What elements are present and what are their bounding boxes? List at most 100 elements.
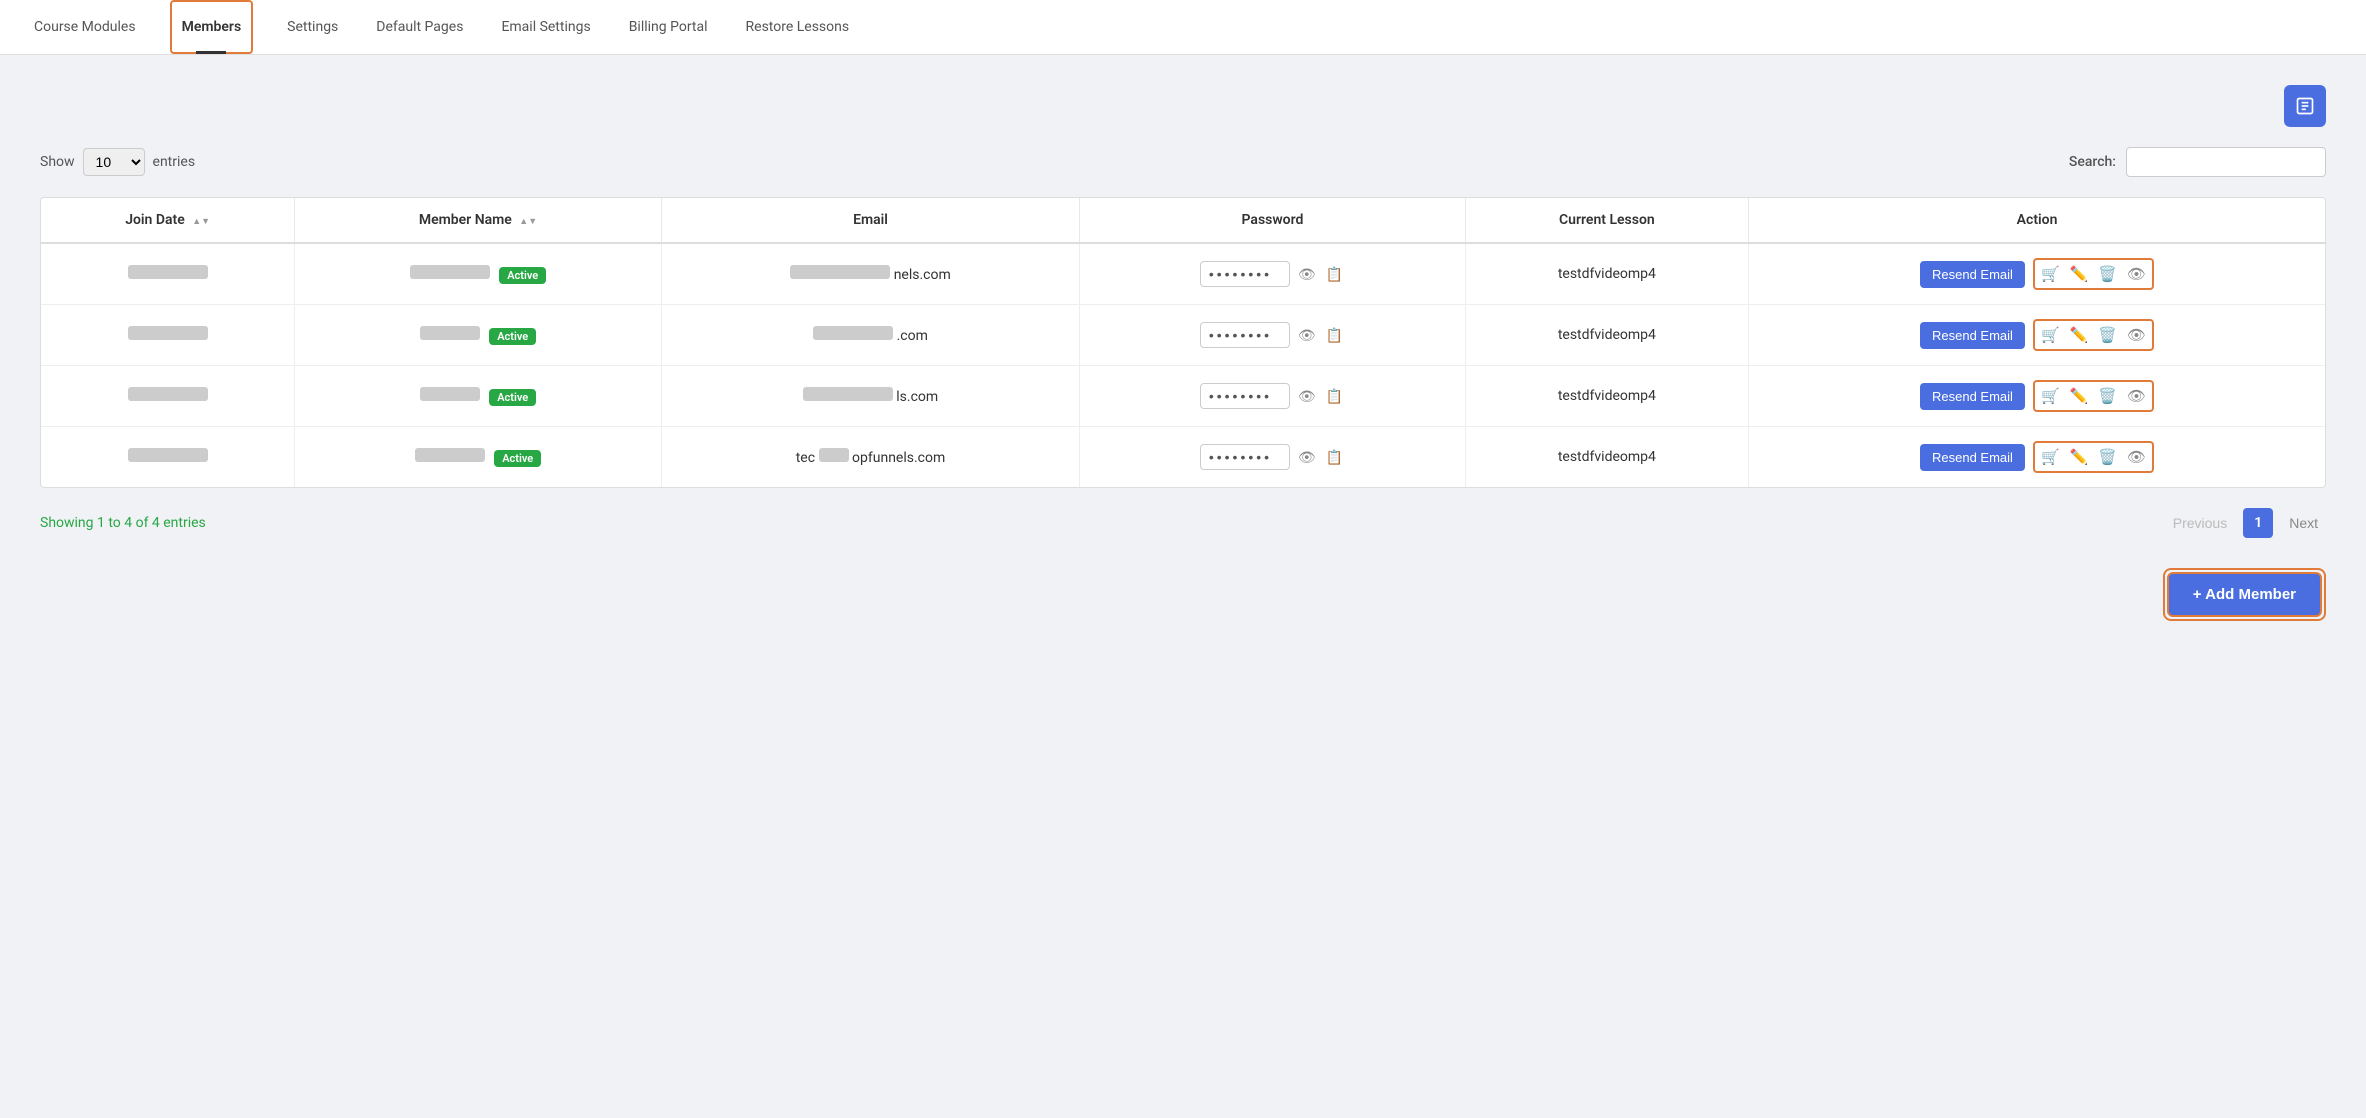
delete-icon-button[interactable]: 🗑️ — [2095, 324, 2120, 346]
show-entries-control: Show 10 25 50 100 entries — [40, 148, 195, 176]
show-password-button[interactable]: 👁 — [1296, 325, 1318, 346]
email-prefix-text: tec — [796, 450, 815, 466]
search-input[interactable] — [2126, 147, 2326, 177]
action-group: Resend Email 🛒 ✏️ 🗑️ 👁 — [1765, 258, 2309, 290]
edit-icon-button[interactable]: ✏️ — [2067, 324, 2092, 346]
entries-select[interactable]: 10 25 50 100 — [83, 148, 145, 176]
nav-restore-lessons[interactable]: Restore Lessons — [742, 0, 854, 54]
nav-billing-portal[interactable]: Billing Portal — [625, 0, 712, 54]
join-date-blurred — [128, 326, 208, 340]
view-icon-button[interactable]: 👁 — [2124, 385, 2149, 407]
email-cell: ls.com — [661, 366, 1080, 427]
action-icons-highlight: 🛒 ✏️ 🗑️ 👁 — [2033, 441, 2154, 473]
email-cell: nels.com — [661, 243, 1080, 305]
delete-icon-button[interactable]: 🗑️ — [2095, 385, 2120, 407]
sort-icon-member-name: ▲▼ — [519, 218, 537, 227]
previous-button[interactable]: Previous — [2165, 511, 2235, 535]
action-icons-highlight: 🛒 ✏️ 🗑️ 👁 — [2033, 380, 2154, 412]
email-blurred — [790, 265, 890, 279]
copy-password-button[interactable]: 📋 — [1324, 447, 1345, 468]
password-field: 👁 📋 — [1096, 383, 1448, 409]
show-password-button[interactable]: 👁 — [1296, 386, 1318, 407]
status-badge: Active — [489, 328, 536, 345]
nav-settings[interactable]: Settings — [283, 0, 342, 54]
current-lesson-cell: testdfvideomp4 — [1465, 305, 1748, 366]
password-cell: 👁 📋 — [1080, 305, 1465, 366]
password-input[interactable] — [1200, 383, 1290, 409]
entries-label: entries — [153, 154, 196, 170]
page-number-1[interactable]: 1 — [2243, 508, 2273, 538]
copy-password-button[interactable]: 📋 — [1324, 264, 1345, 285]
join-date-blurred — [128, 387, 208, 401]
status-badge: Active — [499, 267, 546, 284]
members-table-wrapper: Join Date ▲▼ Member Name ▲▼ Email Passwo… — [40, 197, 2326, 488]
bottom-bar: + Add Member — [40, 568, 2326, 621]
col-action: Action — [1749, 198, 2325, 243]
table-row: Active ls.com 👁 📋 testdfvi — [41, 366, 2325, 427]
resend-email-button[interactable]: Resend Email — [1920, 444, 2025, 471]
current-lesson-cell: testdfvideomp4 — [1465, 366, 1748, 427]
resend-email-button[interactable]: Resend Email — [1920, 261, 2025, 288]
col-join-date[interactable]: Join Date ▲▼ — [41, 198, 295, 243]
join-date-cell — [41, 427, 295, 488]
delete-icon-button[interactable]: 🗑️ — [2095, 446, 2120, 468]
action-icons-highlight: 🛒 ✏️ 🗑️ 👁 — [2033, 319, 2154, 351]
main-content: Show 10 25 50 100 entries Search: Join D… — [0, 55, 2366, 651]
join-date-cell — [41, 366, 295, 427]
member-name-blurred — [415, 448, 485, 462]
email-suffix: .com — [897, 328, 928, 344]
top-navigation: Course Modules Members Settings Default … — [0, 0, 2366, 55]
search-label: Search: — [2069, 154, 2116, 170]
action-cell: Resend Email 🛒 ✏️ 🗑️ 👁 — [1749, 366, 2325, 427]
password-input[interactable] — [1200, 444, 1290, 470]
password-input[interactable] — [1200, 261, 1290, 287]
search-bar: Search: — [2069, 147, 2326, 177]
table-row: Active tec opfunnels.com 👁 📋 — [41, 427, 2325, 488]
delete-icon-button[interactable]: 🗑️ — [2095, 263, 2120, 285]
resend-email-button[interactable]: Resend Email — [1920, 322, 2025, 349]
edit-icon-button[interactable]: ✏️ — [2067, 263, 2092, 285]
nav-course-modules[interactable]: Course Modules — [30, 0, 140, 54]
nav-email-settings[interactable]: Email Settings — [497, 0, 594, 54]
show-label: Show — [40, 154, 75, 170]
nav-default-pages[interactable]: Default Pages — [372, 0, 467, 54]
join-date-blurred — [128, 265, 208, 279]
view-icon-button[interactable]: 👁 — [2124, 324, 2149, 346]
email-suffix: ls.com — [896, 389, 938, 405]
join-date-cell — [41, 305, 295, 366]
next-button[interactable]: Next — [2281, 511, 2326, 535]
show-password-button[interactable]: 👁 — [1296, 447, 1318, 468]
col-current-lesson: Current Lesson — [1465, 198, 1748, 243]
copy-password-button[interactable]: 📋 — [1324, 325, 1345, 346]
action-cell: Resend Email 🛒 ✏️ 🗑️ 👁 — [1749, 427, 2325, 488]
email-suffix: opfunnels.com — [852, 450, 945, 466]
action-group: Resend Email 🛒 ✏️ 🗑️ 👁 — [1765, 441, 2309, 473]
resend-email-button[interactable]: Resend Email — [1920, 383, 2025, 410]
action-icons-highlight: 🛒 ✏️ 🗑️ 👁 — [2033, 258, 2154, 290]
show-password-button[interactable]: 👁 — [1296, 264, 1318, 285]
cart-icon-button[interactable]: 🛒 — [2038, 385, 2063, 407]
current-lesson: testdfvideomp4 — [1558, 388, 1656, 404]
action-group: Resend Email 🛒 ✏️ 🗑️ 👁 — [1765, 380, 2309, 412]
action-cell: Resend Email 🛒 ✏️ 🗑️ 👁 — [1749, 305, 2325, 366]
copy-password-button[interactable]: 📋 — [1324, 386, 1345, 407]
status-badge: Active — [489, 389, 536, 406]
nav-members[interactable]: Members — [170, 0, 254, 54]
col-member-name[interactable]: Member Name ▲▼ — [295, 198, 661, 243]
password-field: 👁 📋 — [1096, 322, 1448, 348]
view-icon-button[interactable]: 👁 — [2124, 446, 2149, 468]
current-lesson: testdfvideomp4 — [1558, 327, 1656, 343]
edit-icon-button[interactable]: ✏️ — [2067, 385, 2092, 407]
password-input[interactable] — [1200, 322, 1290, 348]
pagination-controls: Previous 1 Next — [2165, 508, 2326, 538]
cart-icon-button[interactable]: 🛒 — [2038, 263, 2063, 285]
add-member-button[interactable]: + Add Member — [2167, 572, 2322, 617]
view-icon-button[interactable]: 👁 — [2124, 263, 2149, 285]
cart-icon-button[interactable]: 🛒 — [2038, 446, 2063, 468]
password-field: 👁 📋 — [1096, 444, 1448, 470]
export-button[interactable] — [2284, 85, 2326, 127]
cart-icon-button[interactable]: 🛒 — [2038, 324, 2063, 346]
edit-icon-button[interactable]: ✏️ — [2067, 446, 2092, 468]
password-field: 👁 📋 — [1096, 261, 1448, 287]
col-password: Password — [1080, 198, 1465, 243]
